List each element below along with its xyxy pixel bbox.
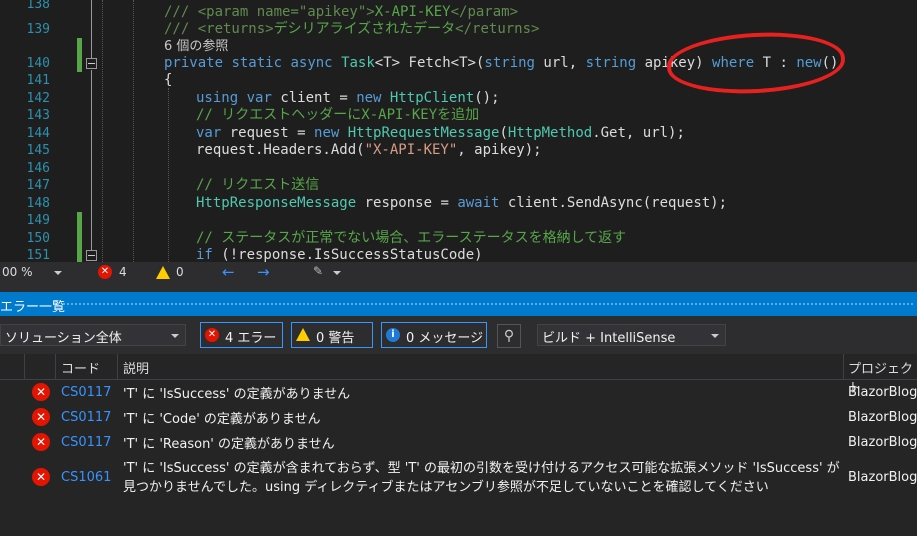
- line-number: 140: [26, 56, 50, 71]
- collapse-icon[interactable]: [86, 58, 97, 69]
- indent-guide: [133, 0, 134, 262]
- column-divider[interactable]: [117, 354, 118, 379]
- line-number: 146: [26, 161, 50, 176]
- line-number-gutter: 138 139 140 141 142 143 144 145 146 147 …: [0, 0, 75, 262]
- error-code-link[interactable]: CS0117: [61, 385, 111, 400]
- line-number: 151: [26, 248, 50, 262]
- column-header-description[interactable]: 説明: [123, 358, 149, 377]
- line-number: 139: [26, 22, 50, 37]
- error-project: BlazorBlog: [848, 410, 917, 425]
- line-number: 138: [26, 0, 50, 12]
- error-description: 'T' に 'IsSuccess' の定義がありません: [123, 387, 351, 402]
- error-list-titlebar[interactable]: エラー一覧: [0, 292, 917, 316]
- error-icon: ✕: [32, 468, 50, 486]
- code-line-151[interactable]: if (!response.IsSuccessStatusCode): [196, 247, 917, 262]
- error-list-toolbar: ソリューション全体 ✕ 4 エラー 0 警告 i 0 メッセージ ⚲ ビルド +…: [0, 316, 917, 354]
- table-row[interactable]: ✕ CS0117 'T' に 'Reason' の定義がありません Blazor…: [0, 431, 917, 456]
- error-project: BlazorBlog: [848, 470, 917, 485]
- error-code-link[interactable]: CS0117: [61, 435, 111, 450]
- column-divider[interactable]: [55, 354, 56, 379]
- warnings-filter-button[interactable]: 0 警告: [291, 322, 373, 348]
- splitter[interactable]: [0, 284, 917, 292]
- error-project: BlazorBlog: [848, 435, 917, 450]
- zoom-level[interactable]: 00 %: [2, 265, 33, 279]
- navigate-forward-icon[interactable]: →: [257, 263, 270, 281]
- line-number: 149: [26, 213, 50, 228]
- drag-grip[interactable]: [62, 302, 913, 307]
- table-row[interactable]: ✕ CS1061 'T' に 'IsSuccess' の定義が含まれておらず、型…: [0, 457, 917, 501]
- error-icon: ✕: [32, 383, 50, 401]
- error-count[interactable]: 4: [119, 265, 127, 279]
- navigate-back-icon[interactable]: ←: [222, 263, 235, 281]
- code-line-148[interactable]: HttpResponseMessage response = await cli…: [196, 195, 917, 212]
- change-marker: [77, 212, 82, 262]
- column-header-code[interactable]: コード: [61, 358, 100, 377]
- outline-line: [91, 0, 92, 58]
- table-row[interactable]: ✕ CS0117 'T' に 'IsSuccess' の定義がありません Bla…: [0, 381, 917, 406]
- error-icon[interactable]: ✕: [98, 265, 112, 279]
- line-number: 143: [26, 108, 50, 123]
- build-filter-dropdown[interactable]: ビルド + IntelliSense: [537, 324, 726, 346]
- scope-dropdown[interactable]: ソリューション全体: [0, 324, 186, 346]
- error-icon: ✕: [205, 328, 219, 342]
- line-number: 148: [26, 196, 50, 211]
- line-number: 150: [26, 231, 50, 246]
- change-marker: [77, 38, 82, 72]
- indent-guide: [168, 88, 169, 262]
- build-filter-value: ビルド + IntelliSense: [542, 331, 676, 346]
- warning-icon: [296, 328, 310, 341]
- error-icon: ✕: [32, 408, 50, 426]
- line-number: 147: [26, 178, 50, 193]
- warning-count[interactable]: 0: [176, 265, 184, 279]
- chevron-down-icon: [711, 334, 719, 338]
- messages-filter-button[interactable]: i 0 メッセージ: [381, 322, 487, 348]
- info-icon: i: [386, 328, 400, 342]
- line-number: 145: [26, 143, 50, 158]
- error-description: 'T' に 'Code' の定義がありません: [123, 412, 321, 427]
- chevron-down-icon[interactable]: [333, 271, 341, 275]
- line-number: 144: [26, 126, 50, 141]
- collapse-icon[interactable]: [86, 250, 97, 261]
- table-row[interactable]: ✕ CS0117 'T' に 'Code' の定義がありません BlazorBl…: [0, 406, 917, 431]
- code-line-144[interactable]: var request = new HttpRequestMessage(Htt…: [196, 125, 917, 142]
- grid-header: コード 説明 プロジェクト: [0, 354, 917, 396]
- panel-title: エラー一覧: [0, 300, 66, 315]
- scope-value: ソリューション全体: [5, 331, 122, 346]
- code-line-147[interactable]: // リクエスト送信: [196, 177, 917, 194]
- code-line-143[interactable]: // リクエストヘッダーにX-API-KEYを追加: [196, 107, 917, 124]
- error-icon: ✕: [32, 433, 50, 451]
- error-code-link[interactable]: CS0117: [61, 410, 111, 425]
- code-line-145[interactable]: request.Headers.Add("X-API-KEY", apikey)…: [196, 142, 917, 159]
- code-line-150[interactable]: // ステータスが正常でない場合、エラーステータスを格納して返す: [196, 230, 917, 247]
- error-list-grid: コード 説明 プロジェクト ✕ CS0117 'T' に 'IsSuccess'…: [0, 354, 917, 536]
- code-line-138[interactable]: /// <param name="apikey">X-API-KEY</para…: [164, 4, 917, 21]
- code-line-142[interactable]: using var client = new HttpClient();: [196, 90, 917, 107]
- editor-status-bar: 00 % ✕ 4 0 ← → ✎: [0, 262, 917, 284]
- column-divider[interactable]: [843, 354, 844, 379]
- zoom-dropdown-icon[interactable]: [54, 271, 62, 275]
- column-divider[interactable]: [24, 354, 25, 379]
- errors-filter-button[interactable]: ✕ 4 エラー: [200, 322, 283, 348]
- warning-icon[interactable]: [156, 266, 170, 279]
- line-number: 141: [26, 73, 50, 88]
- chevron-down-icon: [171, 334, 179, 338]
- indent-guide: [102, 0, 103, 262]
- error-description: 'T' に 'Reason' の定義がありません: [123, 437, 335, 452]
- code-editor[interactable]: 138 139 140 141 142 143 144 145 146 147 …: [0, 0, 917, 262]
- filter-icon[interactable]: ⚲: [497, 324, 521, 348]
- outline-line: [91, 70, 92, 250]
- error-project: BlazorBlog: [848, 385, 917, 400]
- line-number: 142: [26, 91, 50, 106]
- brush-icon[interactable]: ✎: [313, 264, 323, 278]
- error-description: 'T' に 'IsSuccess' の定義が含まれておらず、型 'T' の最初の…: [123, 461, 840, 495]
- error-code-link[interactable]: CS1061: [61, 470, 111, 485]
